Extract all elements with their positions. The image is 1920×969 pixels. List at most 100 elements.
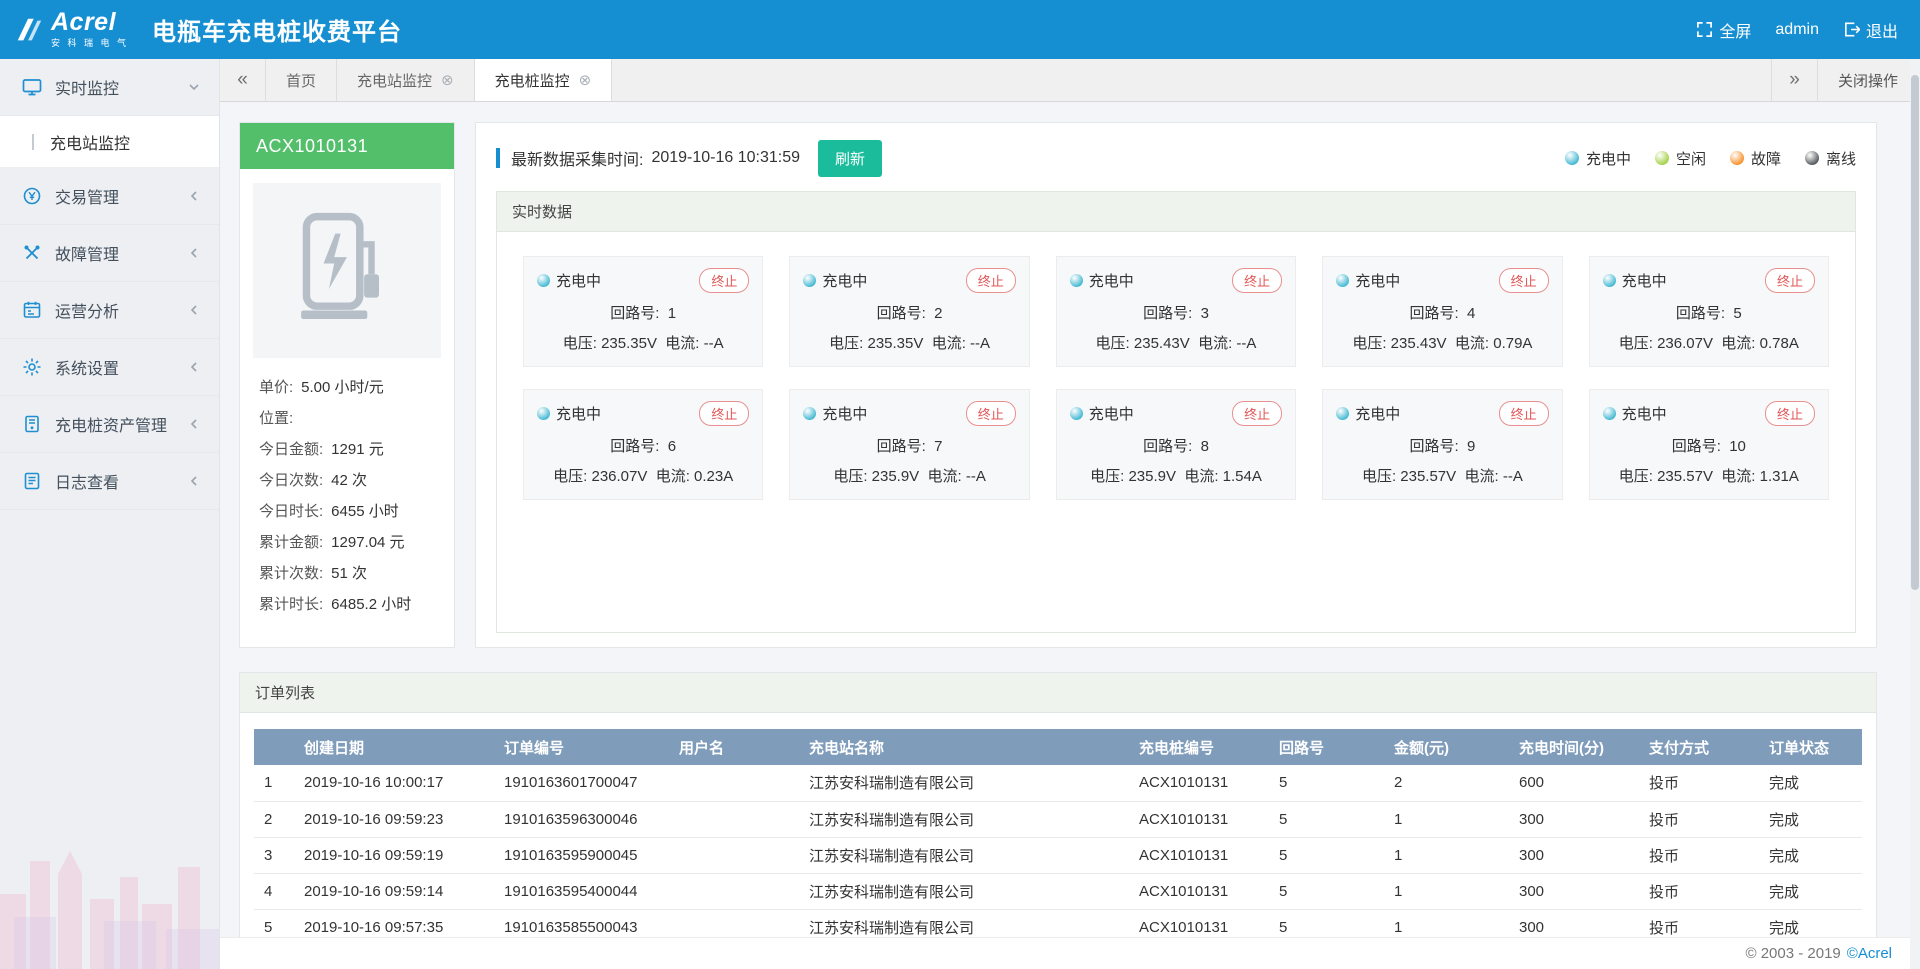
legend-label: 充电中 (1586, 148, 1631, 169)
tab-item[interactable]: 首页 (266, 59, 337, 101)
logo-text: Acrel (51, 10, 129, 35)
order-cell: 1910163595400044 (494, 873, 669, 909)
legend-item: 空闲 (1655, 148, 1706, 169)
circuit-status: 充电中 (803, 403, 867, 424)
close-operations-button[interactable]: 关闭操作 (1817, 59, 1920, 101)
fullscreen-icon (1696, 21, 1713, 38)
circuit-card: 充电中终止回路号: 2电压: 235.35V 电流: --A (789, 256, 1029, 367)
order-row[interactable]: 22019-10-16 09:59:231910163596300046江苏安科… (254, 801, 1862, 837)
order-cell (669, 765, 799, 801)
sidebar: 实时监控充电站监控交易管理故障管理运营分析系统设置充电桩资产管理日志查看 (0, 59, 220, 969)
circuit-number: 回路号: 2 (803, 302, 1015, 323)
order-cell: 1910163601700047 (494, 765, 669, 801)
order-row[interactable]: 32019-10-16 09:59:191910163595900045江苏安科… (254, 837, 1862, 873)
charging-status-dot-icon (1336, 274, 1349, 287)
sidebar-item[interactable]: 运营分析 (0, 282, 219, 339)
stop-button[interactable]: 终止 (699, 401, 749, 426)
acrel-link[interactable]: ©Acrel (1847, 945, 1892, 962)
status-dot-icon (1730, 151, 1744, 165)
charging-status-dot-icon (1603, 274, 1616, 287)
circuit-status: 充电中 (1603, 403, 1667, 424)
orders-column-header: 回路号 (1269, 729, 1384, 765)
order-cell: 300 (1509, 837, 1639, 873)
circuit-status: 充电中 (1070, 270, 1134, 291)
circuit-readings: 电压: 235.9V 电流: --A (803, 465, 1015, 486)
scrollbar-thumb[interactable] (1911, 75, 1919, 590)
tab-item[interactable]: 充电站监控 ⊗ (337, 59, 475, 101)
fullscreen-button[interactable]: 全屏 (1696, 18, 1751, 42)
circuit-card: 充电中终止回路号: 8电压: 235.9V 电流: 1.54A (1056, 389, 1296, 500)
device-stat-line: 位置: (253, 403, 441, 434)
order-cell: 300 (1509, 873, 1639, 909)
stop-button[interactable]: 终止 (966, 268, 1016, 293)
stop-button[interactable]: 终止 (1765, 401, 1815, 426)
order-row[interactable]: 42019-10-16 09:59:141910163595400044江苏安科… (254, 873, 1862, 909)
device-stat-line: 累计金额:1297.04 元 (253, 527, 441, 558)
logout-icon (1843, 21, 1860, 38)
circuit-number: 回路号: 9 (1336, 435, 1548, 456)
circuit-status: 充电中 (537, 403, 601, 424)
sidebar-item[interactable]: 故障管理 (0, 225, 219, 282)
stop-button[interactable]: 终止 (1232, 401, 1282, 426)
sidebar-item[interactable]: 交易管理 (0, 168, 219, 225)
orders-column-header: 充电时间(分) (1509, 729, 1639, 765)
status-legend: 充电中空闲故障离线 (1565, 148, 1856, 169)
tabs-scroll-left-button[interactable]: « (220, 59, 266, 101)
user-menu[interactable]: admin (1775, 21, 1819, 39)
sidebar-item-label: 故障管理 (55, 241, 187, 265)
chevron-down-icon (187, 80, 201, 94)
sidebar-item[interactable]: 充电桩资产管理 (0, 396, 219, 453)
order-cell: ACX1010131 (1129, 801, 1269, 837)
vertical-scrollbar[interactable] (1910, 59, 1920, 969)
orders-column-header: 订单状态 (1759, 729, 1862, 765)
stop-button[interactable]: 终止 (1232, 268, 1282, 293)
sidebar-item-label: 交易管理 (55, 184, 187, 208)
stop-button[interactable]: 终止 (699, 268, 749, 293)
circuit-card: 充电中终止回路号: 6电压: 236.07V 电流: 0.23A (523, 389, 763, 500)
tab-close-icon[interactable]: ⊗ (441, 73, 454, 88)
page-title: 电瓶车充电桩收费平台 (152, 12, 402, 47)
main-content: ACX1010131 单价: (220, 102, 1920, 969)
order-cell: 1910163596300046 (494, 801, 669, 837)
order-cell: 1 (1384, 837, 1509, 873)
tab-label: 充电站监控 (357, 70, 432, 91)
charging-status-dot-icon (1070, 407, 1083, 420)
stop-button[interactable]: 终止 (1499, 401, 1549, 426)
sidebar-subitem[interactable]: 充电站监控 (0, 116, 219, 168)
acrel-logo: Acrel 安 科 瑞 电 气 (14, 10, 136, 49)
refresh-button[interactable]: 刷新 (818, 140, 882, 177)
circuit-status: 充电中 (1603, 270, 1667, 291)
legend-item: 充电中 (1565, 148, 1631, 169)
order-cell: 江苏安科瑞制造有限公司 (799, 765, 1129, 801)
stop-button[interactable]: 终止 (1765, 268, 1815, 293)
stop-button[interactable]: 终止 (1499, 268, 1549, 293)
order-cell: 江苏安科瑞制造有限公司 (799, 801, 1129, 837)
circuit-readings: 电压: 235.43V 电流: --A (1070, 332, 1282, 353)
circuit-status: 充电中 (803, 270, 867, 291)
legend-label: 离线 (1826, 148, 1856, 169)
tab-close-icon[interactable]: ⊗ (579, 73, 592, 88)
stop-button[interactable]: 终止 (966, 401, 1016, 426)
tab-item[interactable]: 充电桩监控⊗ (475, 59, 613, 101)
chevron-left-icon (187, 474, 201, 488)
circuit-number: 回路号: 1 (537, 302, 749, 323)
sidebar-item[interactable]: 系统设置 (0, 339, 219, 396)
subitem-marker (32, 134, 34, 150)
log-icon (22, 471, 42, 491)
orders-header-row: 创建日期订单编号用户名充电站名称充电桩编号回路号金额(元)充电时间(分)支付方式… (254, 729, 1862, 765)
charging-status-dot-icon (803, 407, 816, 420)
order-cell: 完成 (1759, 873, 1862, 909)
order-cell: 完成 (1759, 765, 1862, 801)
circuit-number: 回路号: 10 (1603, 435, 1815, 456)
copyright-text: © 2003 - 2019 (1745, 945, 1840, 962)
order-row[interactable]: 12019-10-16 10:00:171910163601700047江苏安科… (254, 765, 1862, 801)
order-cell: 1910163595900045 (494, 837, 669, 873)
sidebar-item[interactable]: 实时监控 (0, 59, 219, 116)
tabs-scroll-right-button[interactable]: » (1771, 59, 1817, 101)
status-dot-icon (1655, 151, 1669, 165)
settings-icon (22, 357, 42, 377)
order-cell: 5 (1269, 837, 1384, 873)
sidebar-item[interactable]: 日志查看 (0, 453, 219, 510)
order-cell: 2019-10-16 09:59:14 (294, 873, 494, 909)
logout-button[interactable]: 退出 (1843, 18, 1898, 42)
